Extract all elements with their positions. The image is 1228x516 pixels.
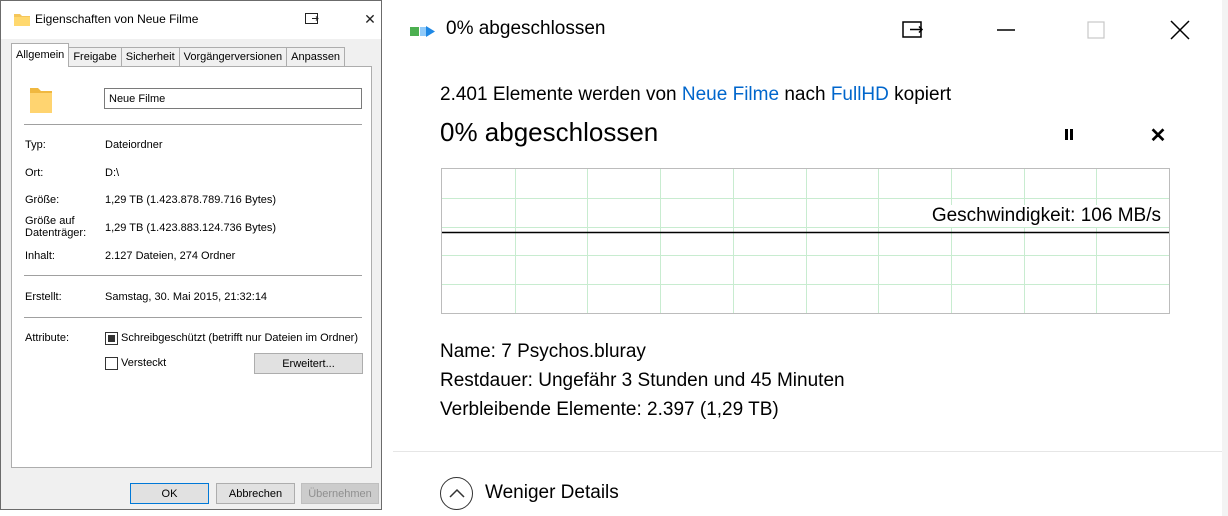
destination-link[interactable]: FullHD (831, 84, 889, 105)
size-value: 1,29 TB (1.423.878.789.716 Bytes) (105, 194, 277, 206)
tab-customize[interactable]: Anpassen (286, 47, 346, 67)
properties-dialog: Eigenschaften von Neue Filme ✕ Allgemein… (0, 0, 382, 510)
tab-previous-versions[interactable]: Vorgängerversionen (178, 47, 288, 67)
maximize-icon[interactable] (1073, 12, 1119, 48)
remaining-items-value: 2.397 (1,29 TB) (647, 399, 779, 420)
folder-icon (30, 85, 52, 116)
cancel-button[interactable]: Abbrechen (216, 483, 295, 504)
progress-title: 0% abgeschlossen (440, 117, 659, 147)
speed-graph: Geschwindigkeit: 106 MB/s (441, 168, 1170, 314)
less-details-label: Weniger Details (485, 482, 619, 503)
contents-value: 2.127 Dateien, 274 Ordner (105, 250, 236, 262)
readonly-label[interactable]: Schreibgeschützt (betrifft nur Dateien i… (121, 332, 358, 344)
created-label: Erstellt: (25, 291, 62, 303)
type-label: Typ: (25, 139, 46, 151)
copy-icon (410, 23, 440, 44)
copy-summary: 2.401 Elemente werden von Neue Filme nac… (440, 84, 951, 106)
speed-label: Geschwindigkeit: 106 MB/s (929, 205, 1163, 227)
apply-button[interactable]: Übernehmen (301, 483, 379, 504)
remaining-time-value: Ungefähr 3 Stunden und 45 Minuten (538, 370, 845, 391)
properties-tabs: Allgemein Freigabe Sicherheit Vorgängerv… (11, 43, 346, 67)
summary-prefix: 2.401 Elemente werden von (440, 84, 677, 105)
size-on-disk-label: Größe auf Datenträger: (25, 215, 87, 239)
readonly-checkbox[interactable] (105, 332, 118, 345)
window-gap (383, 0, 393, 516)
minimize-icon[interactable] (983, 12, 1029, 48)
hidden-label[interactable]: Versteckt (121, 357, 166, 369)
close-icon[interactable]: ✕ (359, 9, 381, 29)
folder-icon (14, 12, 30, 29)
summary-suffix: kopiert (894, 84, 952, 105)
remaining-items-label: Verbleibende Elemente: (440, 399, 642, 420)
remaining-items-detail: Verbleibende Elemente: 2.397 (1,29 TB) (440, 399, 779, 421)
chevron-up-icon (440, 476, 473, 510)
name-value: 7 Psychos.bluray (501, 341, 646, 362)
source-link[interactable]: Neue Filme (682, 84, 779, 105)
speed-graph-grid (442, 169, 1169, 313)
contents-label: Inhalt: (25, 250, 55, 262)
attributes-label: Attribute: (25, 332, 70, 344)
folder-name-input[interactable] (104, 88, 362, 109)
created-value: Samstag, 30. Mai 2015, 21:32:14 (105, 291, 268, 303)
copy-progress-dialog: 0% abgeschlossen 2.401 Elemente werden v… (393, 0, 1228, 516)
tab-security[interactable]: Sicherheit (120, 47, 180, 67)
tab-general[interactable]: Allgemein (11, 43, 70, 67)
remaining-time-detail: Restdauer: Ungefähr 3 Stunden und 45 Min… (440, 370, 845, 392)
advanced-button[interactable]: Erweitert... (254, 353, 363, 374)
divider (24, 317, 362, 318)
summary-middle: nach (784, 84, 826, 105)
desktop-edge (1222, 0, 1228, 516)
divider (24, 275, 362, 276)
footer-divider (393, 451, 1228, 452)
location-label: Ort: (25, 167, 44, 179)
general-panel: Typ: Dateiordner Ort: D:\ Größe: 1,29 TB… (11, 66, 372, 468)
copy-window-title: 0% abgeschlossen (446, 18, 606, 39)
less-details-toggle[interactable]: Weniger Details (440, 476, 619, 510)
cancel-copy-icon[interactable]: ✕ (1147, 124, 1169, 147)
divider (24, 124, 362, 125)
type-value: Dateiordner (105, 139, 163, 151)
ok-button[interactable]: OK (130, 483, 209, 504)
name-label: Name: (440, 341, 496, 362)
tablet-mode-icon[interactable] (301, 9, 323, 29)
size-on-disk-value: 1,29 TB (1.423.883.124.736 Bytes) (105, 222, 277, 234)
name-detail: Name: 7 Psychos.bluray (440, 341, 646, 363)
close-icon[interactable] (1157, 12, 1203, 48)
tab-sharing[interactable]: Freigabe (68, 47, 122, 67)
properties-titlebar[interactable]: Eigenschaften von Neue Filme ✕ (1, 1, 381, 39)
properties-title: Eigenschaften von Neue Filme (35, 12, 199, 26)
remaining-time-label: Restdauer: (440, 370, 533, 391)
pause-icon[interactable] (1060, 126, 1078, 144)
tablet-mode-icon[interactable] (890, 12, 936, 48)
size-label: Größe: (25, 194, 60, 206)
location-value: D:\ (105, 167, 120, 179)
hidden-checkbox[interactable] (105, 357, 118, 370)
